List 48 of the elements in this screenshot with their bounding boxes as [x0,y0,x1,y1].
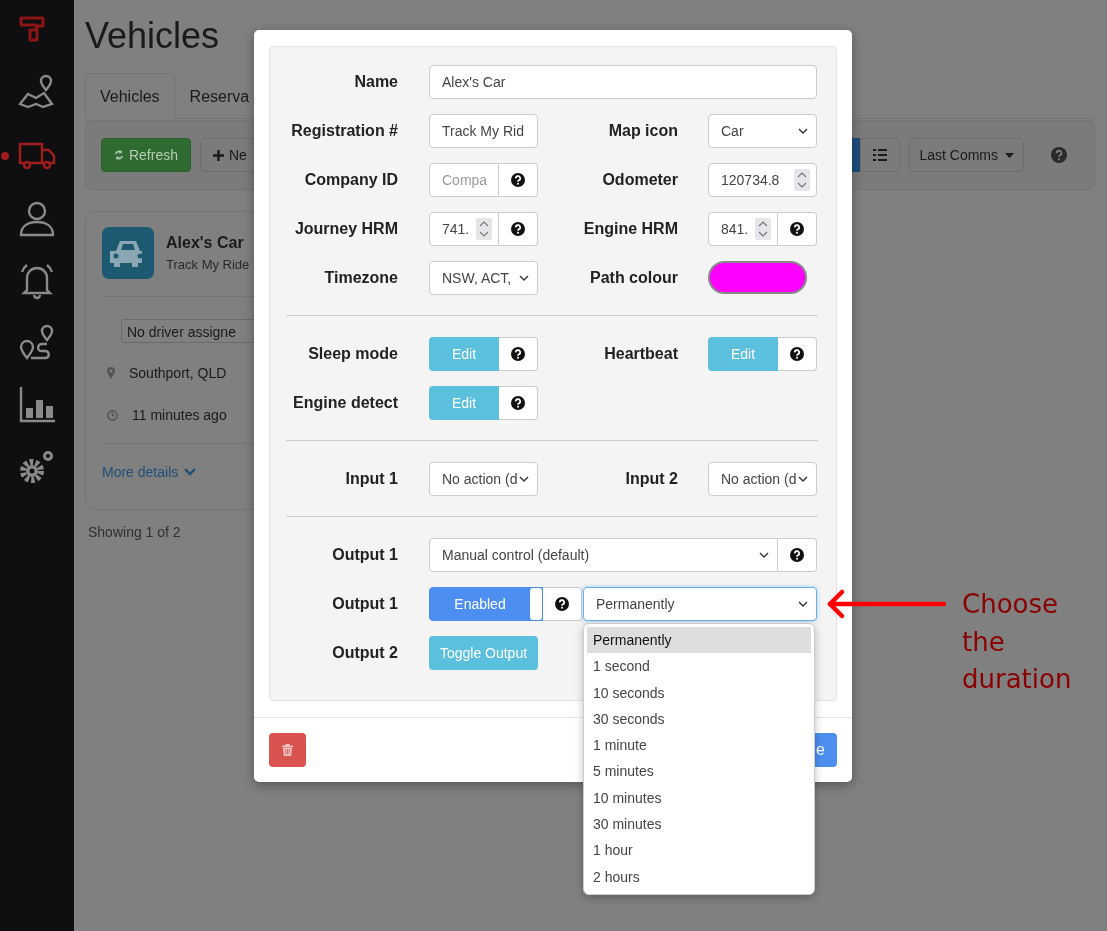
dropdown-option[interactable]: 10 seconds [587,679,811,706]
tab[interactable]: Vehicles [85,73,175,119]
field-label: Journey HRM [293,220,399,238]
field-label: Timezone [323,269,399,287]
dropdown-option[interactable]: 1 hour [587,837,811,864]
annotation-text: Choose the duration [962,588,1073,696]
dropdown-option[interactable]: 5 minutes [587,758,811,785]
location-text: Southport, QLD [129,365,227,381]
field-label: Registration # [290,122,399,140]
sort-dropdown[interactable]: Last Comms [909,138,1024,172]
field-label: Heartbeat [603,345,679,363]
field-label: Output 1 [331,546,399,564]
refresh-button[interactable]: Refresh [101,138,191,172]
input-field[interactable]: Track My Rid [429,114,538,148]
field-label: Path colour [589,269,679,287]
dropdown-option[interactable]: Permanently [587,627,811,654]
select-field[interactable]: No action (d [708,462,817,496]
field-label: Engine detect [292,394,399,412]
select-field[interactable]: NSW, ACT, [429,261,538,295]
dropdown-option[interactable]: 1 second [587,653,811,680]
field-label: Engine HRM [582,220,679,238]
field-label: Input 2 [624,470,679,488]
select-field[interactable]: Car [708,114,817,148]
dropdown-option[interactable]: 30 seconds [587,705,811,733]
number-field[interactable]: 120734.8 [708,163,817,197]
field-label: Odometer [601,171,679,189]
field-label: Company ID [303,171,399,189]
field-label: Map icon [607,122,679,140]
input-field[interactable]: Alex's Car [429,65,817,99]
dropdown-option[interactable]: 30 minutes [587,811,811,838]
results-count: Showing 1 of 2 [88,524,182,540]
select-field[interactable]: No action (d [429,462,538,496]
page-title: Vehicles [85,15,221,58]
vehicle-subtitle: Track My Ride [166,257,250,272]
dropdown-option[interactable]: 10 minutes [587,784,811,812]
field-label: Name [353,73,399,91]
vehicle-name: Alex's Car [166,234,245,252]
field-label: Output 2 [331,644,399,662]
field-label: Input 1 [344,470,399,488]
select-field[interactable]: Permanently [583,587,817,621]
last-seen-text: 11 minutes ago [132,407,227,423]
dropdown-option[interactable]: 1 minute [587,732,811,759]
field-label: Output 1 [331,595,399,613]
number-field[interactable]: 841. [708,212,778,246]
dropdown-option[interactable]: 2 hours [587,863,811,890]
number-field[interactable]: 741. [429,212,499,246]
field-label: Sleep mode [307,345,399,363]
select-field[interactable]: Manual control (default) [429,538,778,572]
